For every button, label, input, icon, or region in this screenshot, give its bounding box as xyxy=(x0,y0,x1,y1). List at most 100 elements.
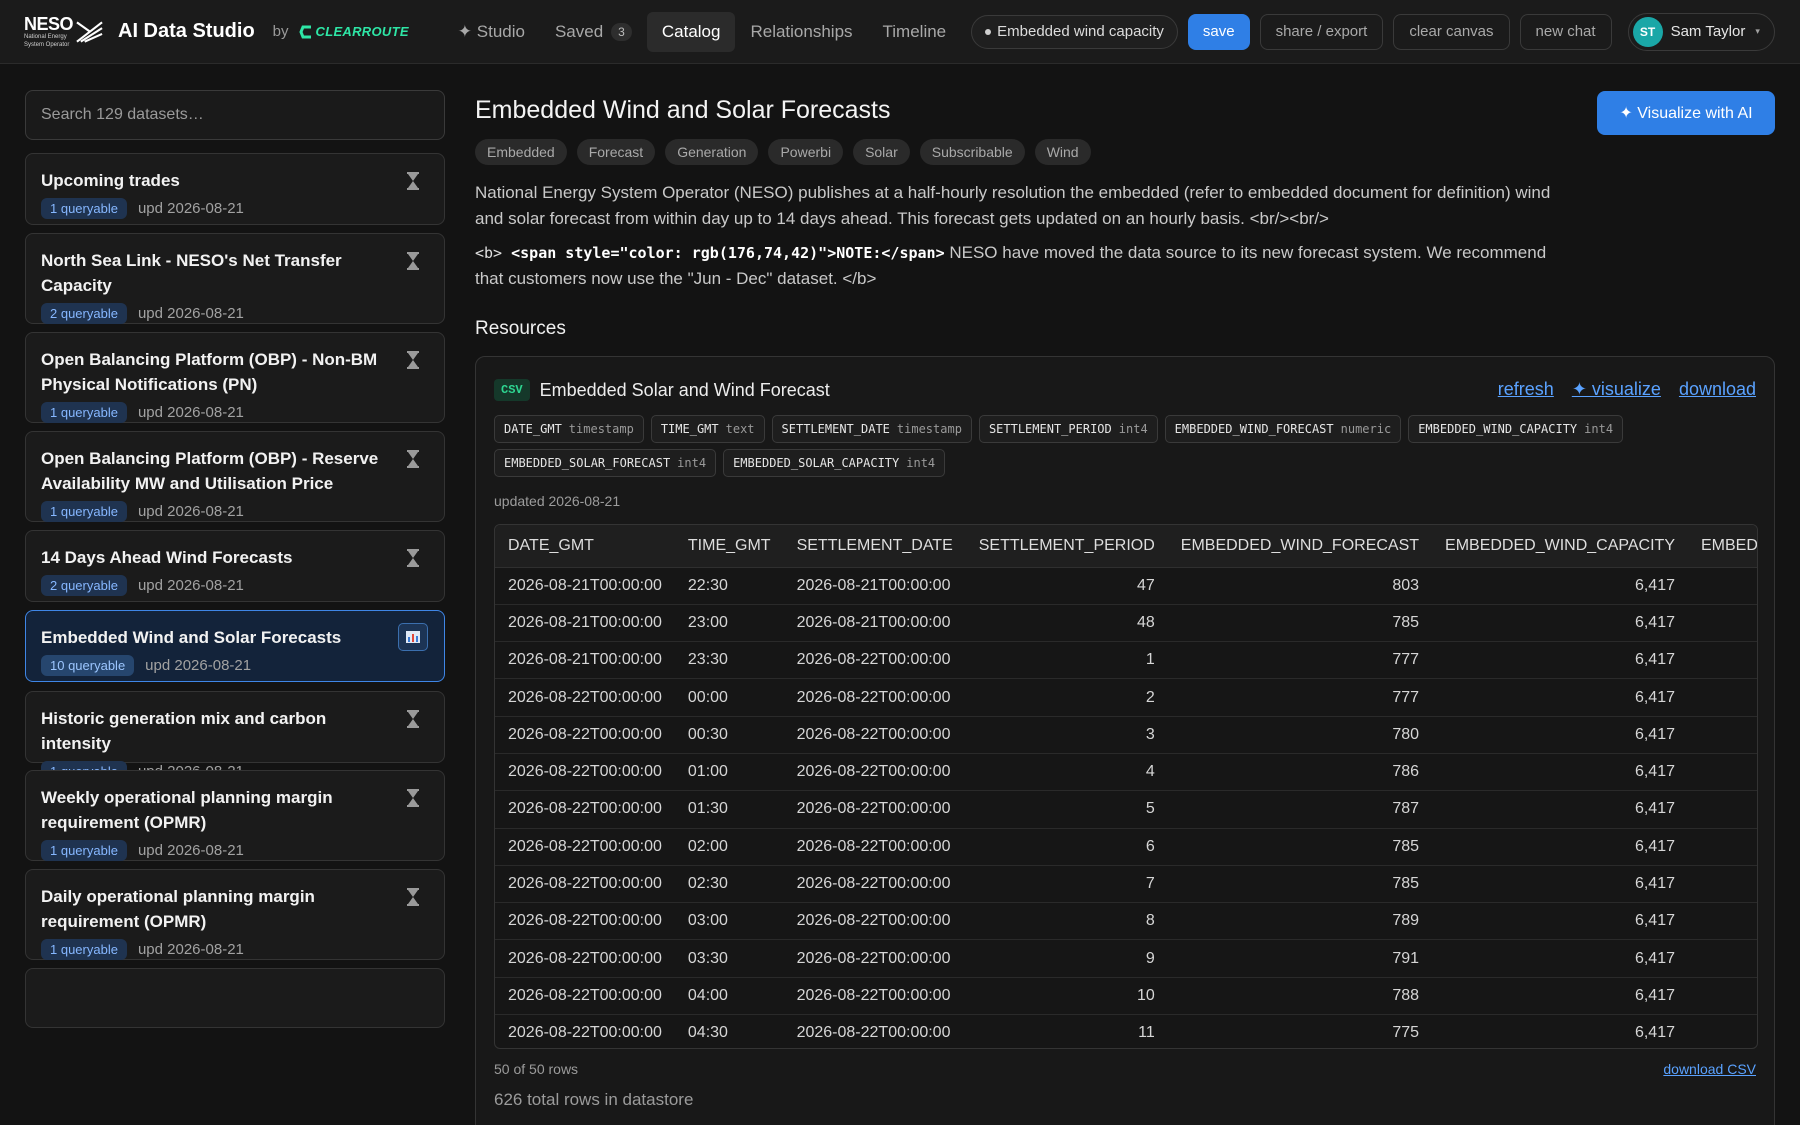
visualize-link[interactable]: ✦ visualize xyxy=(1572,379,1661,400)
table-cell: 785 xyxy=(1167,828,1433,866)
tag-chip[interactable]: Subscribable xyxy=(919,139,1025,165)
table-row: 2026-08-21T00:00:00 23:30 2026-08-22T00:00… xyxy=(495,641,1757,680)
column-type: timestamp xyxy=(896,422,962,436)
column-schema: DATE_GMT timestamp TIME_GMT text SETTLEMENT_… xyxy=(494,415,1754,483)
tag-chip[interactable]: Powerbi xyxy=(768,139,844,165)
save-button[interactable]: save xyxy=(1187,13,1250,50)
table-cell: 2026-08-21T00:00:00 xyxy=(495,567,675,605)
new-chat-button[interactable]: new chat xyxy=(1519,13,1612,50)
download-link[interactable]: download xyxy=(1679,379,1756,400)
search-input[interactable] xyxy=(41,106,429,124)
user-menu[interactable]: ST Sam Taylor ▾ xyxy=(1627,12,1775,51)
refresh-link[interactable]: refresh xyxy=(1498,379,1554,400)
nav-saved[interactable]: Saved 3 xyxy=(540,12,647,52)
nav-catalog[interactable]: Catalog xyxy=(646,11,736,52)
dataset-card[interactable] xyxy=(25,968,445,1028)
table-cell: 11 xyxy=(965,1014,1168,1048)
dataset-meta: 1 queryable upd 2026-08-21 xyxy=(41,939,429,960)
visualize-with-ai-button[interactable]: ✦ Visualize with AI xyxy=(1597,91,1775,135)
preview-table: DATE_GMT TIME_GMT SETTLEMENT_DATE SETTLEMEN… xyxy=(495,525,1757,1048)
table-cell: 2026-08-22T00:00:00 xyxy=(783,977,966,1016)
hourglass-icon xyxy=(406,172,424,190)
table-row: 2026-08-22T00:00:00 00:00 2026-08-22T00:00… xyxy=(495,678,1757,717)
table-row: 2026-08-22T00:00:00 03:30 2026-08-22T00:00… xyxy=(495,939,1757,978)
dataset-meta: 10 queryable upd 2026-08-21 xyxy=(41,655,429,676)
nav-relationships[interactable]: Relationships xyxy=(735,12,867,52)
column-header[interactable]: DATE_GMT xyxy=(495,525,675,568)
table-body: 2026-08-21T00:00:00 22:30 2026-08-21T00:00… xyxy=(495,567,1757,1048)
share-export-button[interactable]: share / export xyxy=(1259,13,1384,50)
tag-chip[interactable]: Wind xyxy=(1034,139,1091,165)
neso-logo[interactable]: NESO National Energy System Operator xyxy=(24,10,104,54)
dataset-card[interactable]: North Sea Link - NESO's Net Transfer Cap… xyxy=(25,233,445,324)
nav-timeline-label: Timeline xyxy=(882,21,947,41)
neso-flag-icon xyxy=(76,20,103,43)
bar-chart-icon[interactable] xyxy=(398,623,428,651)
table-cell: 2026-08-22T00:00:00 xyxy=(783,716,966,754)
table-cell: 10 xyxy=(965,977,1168,1016)
table-cell xyxy=(1688,753,1757,792)
table-cell: 6,417 xyxy=(1432,977,1688,1016)
tag-list: Embedded Forecast Generation Powerbi Solar Su… xyxy=(475,139,1101,165)
table-cell: 786 xyxy=(1167,753,1433,792)
table-cell: 6,417 xyxy=(1432,716,1688,754)
dataset-title: Open Balancing Platform (OBP) - Reserve … xyxy=(41,449,379,493)
nav-studio[interactable]: ✦ Studio xyxy=(443,12,540,52)
search-box[interactable] xyxy=(25,90,445,140)
column-type: int4 xyxy=(677,456,707,470)
nav-timeline[interactable]: Timeline xyxy=(868,12,962,52)
preview-table-container[interactable]: DATE_GMT TIME_GMT SETTLEMENT_DATE SETTLEMEN… xyxy=(494,524,1758,1049)
tag-chip[interactable]: Solar xyxy=(853,139,910,165)
dataset-card[interactable]: Upcoming trades 1 queryable upd 2026-08-21 xyxy=(25,153,445,225)
clear-canvas-button[interactable]: clear canvas xyxy=(1393,13,1510,50)
column-header[interactable]: SETTLEMENT_PERIOD xyxy=(965,525,1168,568)
column-header[interactable]: SETTLEMENT_DATE xyxy=(783,525,966,568)
queryable-badge: 1 queryable xyxy=(41,198,127,219)
tag-chip[interactable]: Embedded xyxy=(475,139,567,165)
column-name: DATE_GMT xyxy=(504,422,562,436)
table-cell: 9 xyxy=(965,939,1168,978)
page-title: Embedded Wind and Solar Forecasts xyxy=(475,96,891,124)
queryable-badge: 2 queryable xyxy=(41,303,127,324)
dataset-meta: 2 queryable upd 2026-08-21 xyxy=(41,303,429,324)
column-header[interactable]: EMBEDDED_SOLAR_FC xyxy=(1688,525,1757,568)
table-cell: 03:00 xyxy=(674,902,784,941)
table-cell xyxy=(1688,678,1757,717)
nav-catalog-label: Catalog xyxy=(661,21,721,41)
context-pill[interactable]: Embedded wind capacity xyxy=(971,14,1178,49)
dataset-card[interactable]: Daily operational planning margin requir… xyxy=(25,869,445,960)
note-prefix: <b> xyxy=(475,244,512,262)
column-name: TIME_GMT xyxy=(660,422,719,436)
dataset-card[interactable]: Embedded Wind and Solar Forecasts 10 quer… xyxy=(25,610,445,682)
table-cell: 2026-08-22T00:00:00 xyxy=(783,790,966,829)
table-cell: 6,417 xyxy=(1432,641,1688,680)
nav-relationships-label: Relationships xyxy=(750,21,853,41)
table-cell xyxy=(1688,828,1757,866)
table-row: 2026-08-22T00:00:00 03:00 2026-08-22T00:00… xyxy=(495,902,1757,941)
logo-subtext-line1: National Energy xyxy=(24,33,67,40)
hourglass-icon xyxy=(406,888,424,906)
table-cell: 2026-08-22T00:00:00 xyxy=(495,865,675,904)
column-header[interactable]: EMBEDDED_WIND_FORECAST xyxy=(1167,525,1433,568)
resources-heading: Resources xyxy=(475,318,566,339)
column-header[interactable]: EMBEDDED_WIND_CAPACITY xyxy=(1432,525,1688,568)
dataset-card[interactable]: Open Balancing Platform (OBP) - Non-BM P… xyxy=(25,332,445,423)
table-cell: 2 xyxy=(965,678,1168,717)
dataset-updated: upd 2026-08-21 xyxy=(137,200,244,217)
download-csv-link[interactable]: download CSV xyxy=(1663,1061,1756,1077)
dataset-card[interactable]: Open Balancing Platform (OBP) - Reserve … xyxy=(25,431,445,522)
hourglass-icon xyxy=(406,789,424,807)
avatar: ST xyxy=(1632,16,1663,47)
dataset-card[interactable]: 14 Days Ahead Wind Forecasts 2 queryable u… xyxy=(25,530,445,602)
tag-chip[interactable]: Forecast xyxy=(576,139,656,165)
table-cell: 02:00 xyxy=(674,828,784,866)
column-header[interactable]: TIME_GMT xyxy=(674,525,784,568)
dataset-updated: upd 2026-08-21 xyxy=(137,503,244,520)
dataset-card[interactable]: Historic generation mix and carbon inten… xyxy=(25,691,445,782)
dataset-card[interactable]: Weekly operational planning margin requi… xyxy=(25,770,445,861)
csv-format-badge: CSV xyxy=(494,379,530,401)
dataset-title: Upcoming trades xyxy=(41,171,180,190)
user-name: Sam Taylor xyxy=(1670,23,1746,40)
tag-chip[interactable]: Generation xyxy=(665,139,759,165)
table-cell: 2026-08-21T00:00:00 xyxy=(783,567,966,605)
